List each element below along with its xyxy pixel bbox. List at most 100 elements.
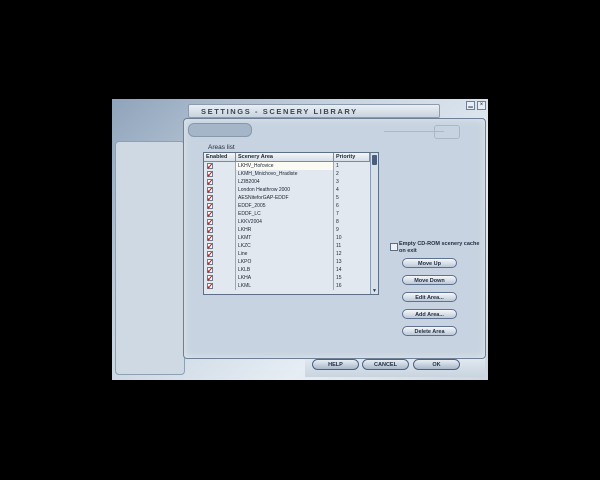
scenery-area-cell: LKKV2004	[236, 218, 334, 226]
scenery-area-cell: EDDF_LC	[236, 210, 334, 218]
enabled-checkbox[interactable]: ✓	[207, 242, 214, 250]
enabled-cell: ✓	[204, 258, 236, 266]
scenery-area-cell: EDDF_2005	[236, 202, 334, 210]
enabled-checkbox[interactable]: ✓	[207, 266, 214, 274]
scenery-area-cell: LKLB	[236, 266, 334, 274]
priority-cell: 4	[336, 187, 339, 193]
enabled-cell: ✓	[204, 202, 236, 210]
cd-rom-cache-checkbox[interactable]	[390, 243, 398, 251]
scenery-area-cell: Line	[236, 250, 334, 258]
enabled-cell: ✓	[204, 210, 236, 218]
list-header: Enabled Scenery Area Priority	[204, 153, 370, 162]
enabled-cell: ✓	[204, 266, 236, 274]
scenery-area-cell: London Heathrow 2000	[236, 186, 334, 194]
enabled-checkbox[interactable]: ✓	[207, 274, 214, 282]
enabled-cell: ✓	[204, 250, 236, 258]
enabled-checkbox[interactable]: ✓	[207, 210, 214, 218]
areas-list[interactable]: Enabled Scenery Area Priority ✓ LKHV_Hořo…	[203, 152, 379, 295]
list-scrollbar[interactable]: ▼	[370, 153, 378, 294]
enabled-cell: ✓	[204, 274, 236, 282]
scroll-down-icon[interactable]: ▼	[371, 288, 378, 294]
scenery-area-cell: LKHA	[236, 274, 334, 282]
enabled-checkbox[interactable]: ✓	[207, 282, 214, 290]
enabled-checkbox[interactable]: ✓	[207, 194, 214, 202]
table-row[interactable]: ✓ London Heathrow 2000 4	[204, 186, 370, 194]
priority-cell: 1	[336, 163, 339, 169]
enabled-cell: ✓	[204, 242, 236, 250]
enabled-checkbox[interactable]: ✓	[207, 202, 214, 210]
scenery-area-cell: LKPO	[236, 258, 334, 266]
enabled-checkbox[interactable]: ✓	[207, 234, 214, 242]
enabled-checkbox[interactable]: ✓	[207, 250, 214, 258]
table-row[interactable]: ✓ LKKV2004 8	[204, 218, 370, 226]
priority-cell: 11	[336, 243, 342, 249]
scenery-area-cell: LKMH_Mnichovo_Hradiste	[236, 170, 334, 178]
priority-cell: 2	[336, 171, 339, 177]
table-row[interactable]: ✓ EDDF_2005 6	[204, 202, 370, 210]
priority-cell: 5	[336, 195, 339, 201]
priority-cell: 12	[336, 251, 342, 257]
table-row[interactable]: ✓ LKHA 15	[204, 274, 370, 282]
header-scenery-area[interactable]: Scenery Area	[236, 153, 334, 162]
table-row[interactable]: ✓ LKZC 11	[204, 242, 370, 250]
enabled-checkbox[interactable]: ✓	[207, 178, 214, 186]
add-area-button[interactable]: Add Area...	[402, 309, 457, 319]
table-row[interactable]: ✓ LKHV_Hořovice 1	[204, 162, 370, 170]
table-row[interactable]: ✓ LZIB2004 3	[204, 178, 370, 186]
decorative-tab	[188, 123, 252, 137]
table-row[interactable]: ✓ LKPO 13	[204, 258, 370, 266]
edit-area-button[interactable]: Edit Area...	[402, 292, 457, 302]
enabled-checkbox[interactable]: ✓	[207, 170, 214, 178]
scenery-area-cell: LKML	[236, 282, 334, 290]
header-enabled[interactable]: Enabled	[204, 153, 236, 162]
table-row[interactable]: ✓ EDDF_LC 7	[204, 210, 370, 218]
help-button[interactable]: HELP	[312, 359, 359, 370]
cd-rom-cache-label: Empty CD-ROM scenery cache on exit	[399, 241, 480, 254]
table-row[interactable]: ✓ LKMT 10	[204, 234, 370, 242]
enabled-cell: ✓	[204, 194, 236, 202]
enabled-checkbox[interactable]: ✓	[207, 162, 214, 170]
enabled-checkbox[interactable]: ✓	[207, 218, 214, 226]
decorative-box	[434, 125, 460, 139]
ok-button[interactable]: OK	[413, 359, 460, 370]
priority-cell: 8	[336, 219, 339, 225]
priority-cell: 16	[336, 283, 342, 289]
scenery-area-cell: AESNiteforGAP-EDDF	[236, 194, 334, 202]
move-down-button[interactable]: Move Down	[402, 275, 457, 285]
enabled-checkbox[interactable]: ✓	[207, 258, 214, 266]
table-row[interactable]: ✓ LKML 16	[204, 282, 370, 290]
table-row[interactable]: ✓ LKLB 14	[204, 266, 370, 274]
scenery-library-dialog: SETTINGS - SCENERY LIBRARY Areas list En…	[183, 104, 486, 359]
table-row[interactable]: ✓ Line 12	[204, 250, 370, 258]
dialog-body: Areas list Enabled Scenery Area Priority…	[183, 118, 486, 359]
priority-cell: 7	[336, 211, 339, 217]
left-panel	[115, 141, 185, 375]
priority-cell: 15	[336, 275, 342, 281]
delete-area-button[interactable]: Delete Area	[402, 326, 457, 336]
enabled-cell: ✓	[204, 218, 236, 226]
header-priority[interactable]: Priority	[334, 153, 370, 162]
enabled-checkbox[interactable]: ✓	[207, 226, 214, 234]
move-up-button[interactable]: Move Up	[402, 258, 457, 268]
cancel-button[interactable]: CANCEL	[362, 359, 409, 370]
scenery-area-cell: LKZC	[236, 242, 334, 250]
enabled-checkbox[interactable]: ✓	[207, 186, 214, 194]
table-row[interactable]: ✓ AESNiteforGAP-EDDF 5	[204, 194, 370, 202]
table-row[interactable]: ✓ LKMH_Mnichovo_Hradiste 2	[204, 170, 370, 178]
enabled-cell: ✓	[204, 170, 236, 178]
enabled-cell: ✓	[204, 162, 236, 170]
scenery-area-cell: LZIB2004	[236, 178, 334, 186]
scenery-area-cell: LKHV_Hořovice	[236, 162, 334, 170]
scrollbar-thumb[interactable]	[372, 155, 377, 165]
priority-cell: 3	[336, 179, 339, 185]
scenery-area-cell: LKHR	[236, 226, 334, 234]
enabled-cell: ✓	[204, 282, 236, 290]
scenery-area-cell: LKMT	[236, 234, 334, 242]
priority-cell: 6	[336, 203, 339, 209]
enabled-cell: ✓	[204, 186, 236, 194]
dialog-title: SETTINGS - SCENERY LIBRARY	[188, 104, 440, 118]
priority-cell: 14	[336, 267, 342, 273]
table-row[interactable]: ✓ LKHR 9	[204, 226, 370, 234]
enabled-cell: ✓	[204, 234, 236, 242]
list-rows: ✓ LKHV_Hořovice 1 ✓ LKMH_Mnichovo_Hradiste 2 ✓…	[204, 162, 370, 290]
